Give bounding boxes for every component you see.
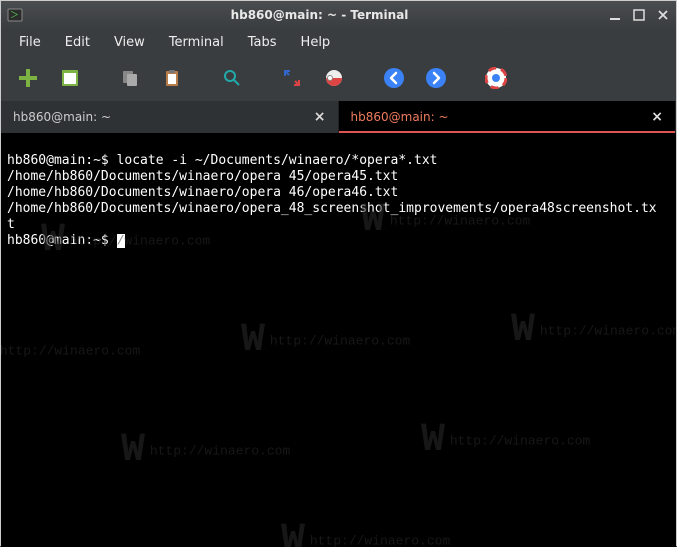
close-button[interactable] <box>656 8 670 22</box>
maximize-button[interactable] <box>632 8 646 22</box>
prompt: hb860@main:~$ <box>7 233 109 248</box>
preferences-button[interactable] <box>317 61 351 95</box>
window-titlebar: ＞ hb860@main: ~ - Terminal <box>1 1 676 29</box>
window-buttons <box>608 8 670 22</box>
command-text: locate -i ~/Documents/winaero/*opera*.tx… <box>117 153 438 168</box>
copy-button[interactable] <box>113 61 147 95</box>
tab-bar: hb860@main: ~ × hb860@main: ~ × <box>1 101 676 133</box>
output-line: t <box>7 217 15 232</box>
terminal-tab-2[interactable]: hb860@main: ~ × <box>339 101 677 133</box>
terminal-output[interactable]: hb860@main:~$ locate -i ~/Documents/wina… <box>1 133 676 547</box>
window-title: hb860@main: ~ - Terminal <box>31 8 608 22</box>
go-forward-button[interactable] <box>419 61 453 95</box>
search-button[interactable] <box>215 61 249 95</box>
new-window-button[interactable] <box>53 61 87 95</box>
output-line: /home/hb860/Documents/winaero/opera 45/o… <box>7 169 398 184</box>
svg-text:＞: ＞ <box>10 11 19 21</box>
new-tab-button[interactable] <box>11 61 45 95</box>
menu-terminal[interactable]: Terminal <box>159 32 234 53</box>
cursor <box>117 234 125 248</box>
menu-bar: File Edit View Terminal Tabs Help <box>1 29 676 55</box>
minimize-button[interactable] <box>608 8 622 22</box>
paste-button[interactable] <box>155 61 189 95</box>
toolbar <box>1 55 676 101</box>
fullscreen-button[interactable] <box>275 61 309 95</box>
tab-label: hb860@main: ~ <box>351 110 652 124</box>
app-icon: ＞ <box>7 7 23 23</box>
help-button[interactable] <box>479 61 513 95</box>
output-line: /home/hb860/Documents/winaero/opera_48_s… <box>7 201 657 216</box>
menu-file[interactable]: File <box>9 32 51 53</box>
menu-edit[interactable]: Edit <box>55 32 100 53</box>
menu-help[interactable]: Help <box>291 32 341 53</box>
terminal-tab-1[interactable]: hb860@main: ~ × <box>1 101 339 133</box>
tab-label: hb860@main: ~ <box>13 110 314 124</box>
menu-view[interactable]: View <box>104 32 155 53</box>
prompt: hb860@main:~$ <box>7 153 109 168</box>
output-line: /home/hb860/Documents/winaero/opera 46/o… <box>7 185 398 200</box>
menu-tabs[interactable]: Tabs <box>238 32 287 53</box>
close-icon[interactable]: × <box>651 109 663 125</box>
go-back-button[interactable] <box>377 61 411 95</box>
close-icon[interactable]: × <box>314 109 326 125</box>
